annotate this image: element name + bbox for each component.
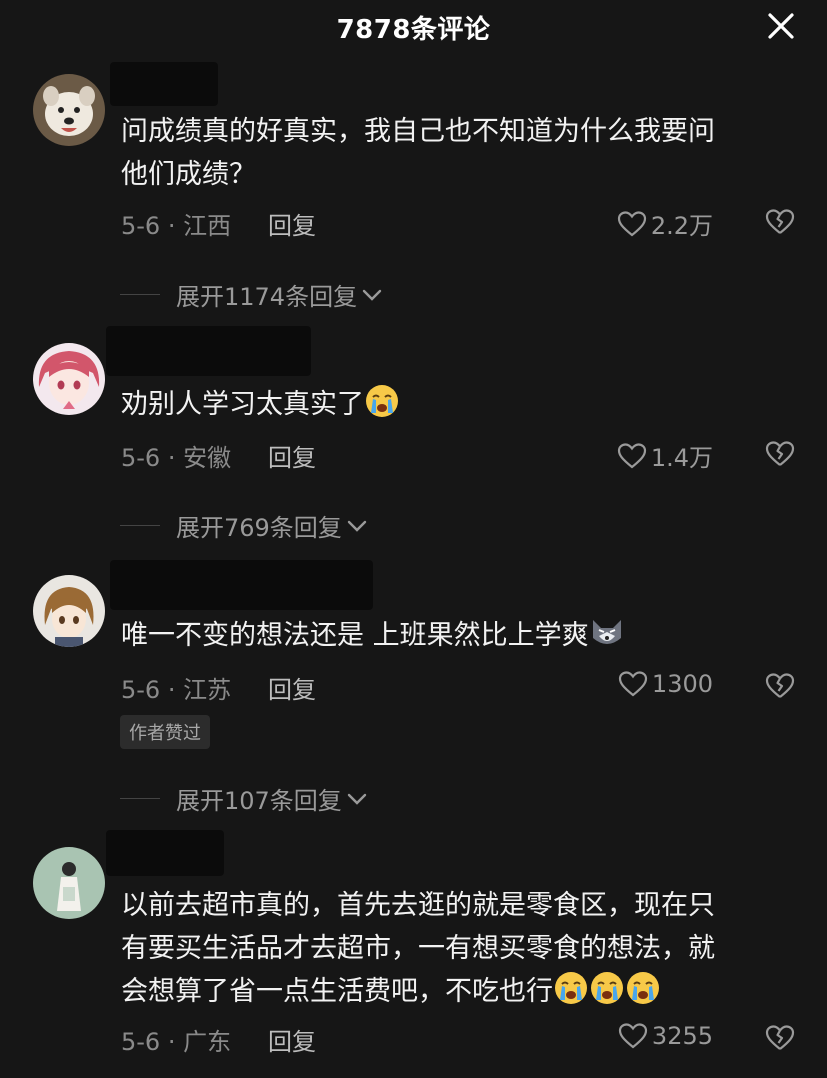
comment-text-line: 以前去超市真的，首先去逛的就是零食区，现在只 [121, 890, 715, 921]
like-count: 3255 [651, 1022, 713, 1050]
broken-heart-icon[interactable] [765, 440, 795, 468]
comment-text-line: 会想算了省一点生活费吧，不吃也行 [121, 976, 553, 1007]
like-button[interactable]: 3255 [618, 1022, 713, 1050]
crying-emoji-icon [364, 383, 400, 419]
heart-icon [617, 210, 646, 236]
divider [120, 798, 160, 799]
comment-count-title: 7878条评论 [336, 15, 491, 45]
broken-heart-icon[interactable] [765, 208, 795, 236]
author-liked-badge: 作者赞过 [120, 715, 210, 749]
comment-text-line: 有要买生活品才去超市，一有想买零食的想法，就 [121, 933, 715, 964]
comment-text: 以前去超市真的，首先去逛的就是零食区，现在只 有要买生活品才去超市，一有想买零食… [121, 884, 801, 1013]
broken-heart-icon[interactable] [765, 1024, 795, 1052]
comment-meta: 5-6 · 江西 [121, 212, 232, 240]
comment-meta: 5-6 · 江苏 [121, 676, 232, 704]
comment-text-line: 问成绩真的好真实，我自己也不知道为什么我要问 [121, 116, 715, 147]
like-count: 1300 [651, 670, 713, 698]
reply-button[interactable]: 回复 [268, 206, 316, 241]
chevron-down-icon [347, 520, 367, 532]
like-button[interactable]: 1300 [618, 670, 713, 698]
comment-text: 唯一不变的想法还是 上班果然比上学爽 [121, 614, 801, 657]
reply-button[interactable]: 回复 [268, 670, 316, 705]
divider [120, 294, 160, 295]
comment-meta: 5-6 · 安徽 [121, 444, 232, 472]
divider [120, 525, 160, 526]
comment-meta: 5-6 · 广东 [121, 1028, 232, 1056]
crying-emoji-icon [625, 970, 661, 1006]
username-redacted [110, 62, 218, 106]
reply-button[interactable]: 回复 [268, 438, 316, 473]
heart-icon [618, 671, 648, 697]
avatar[interactable] [33, 343, 105, 415]
reply-button[interactable]: 回复 [268, 1022, 316, 1057]
comment-text: 劝别人学习太真实了 [121, 383, 801, 426]
expand-replies-label: 展开1174条回复 [176, 283, 358, 311]
heart-icon [617, 442, 646, 468]
like-button[interactable]: 2.2万 [617, 206, 713, 241]
crying-emoji-icon [553, 970, 589, 1006]
avatar[interactable] [33, 74, 105, 146]
expand-replies-button[interactable]: 展开769条回复 [120, 508, 368, 543]
like-count: 1.4万 [650, 444, 713, 472]
like-button[interactable]: 1.4万 [617, 438, 713, 473]
username-redacted [106, 830, 224, 876]
expand-replies-label: 展开107条回复 [176, 787, 342, 815]
broken-heart-icon[interactable] [765, 672, 795, 700]
comment-text-line: 唯一不变的想法还是 上班果然比上学爽 [121, 620, 589, 651]
comment-text-line: 他们成绩？ [121, 159, 256, 190]
comment-text: 问成绩真的好真实，我自己也不知道为什么我要问 他们成绩？ [121, 110, 801, 196]
username-redacted [106, 326, 311, 376]
username-redacted [110, 560, 373, 610]
comment-text-line: 劝别人学习太真实了 [121, 389, 364, 420]
avatar[interactable] [33, 575, 105, 647]
like-count: 2.2万 [650, 212, 713, 240]
close-icon[interactable] [765, 10, 797, 42]
chevron-down-icon [362, 289, 382, 301]
heart-icon [618, 1023, 648, 1049]
comments-header: 7878条评论 [0, 0, 827, 52]
expand-replies-button[interactable]: 展开1174条回复 [120, 277, 383, 312]
expand-replies-label: 展开769条回复 [176, 514, 342, 542]
wolf-emoji-icon [589, 614, 625, 650]
avatar[interactable] [33, 847, 105, 919]
expand-replies-button[interactable]: 展开107条回复 [120, 781, 368, 816]
crying-emoji-icon [589, 970, 625, 1006]
chevron-down-icon [347, 793, 367, 805]
